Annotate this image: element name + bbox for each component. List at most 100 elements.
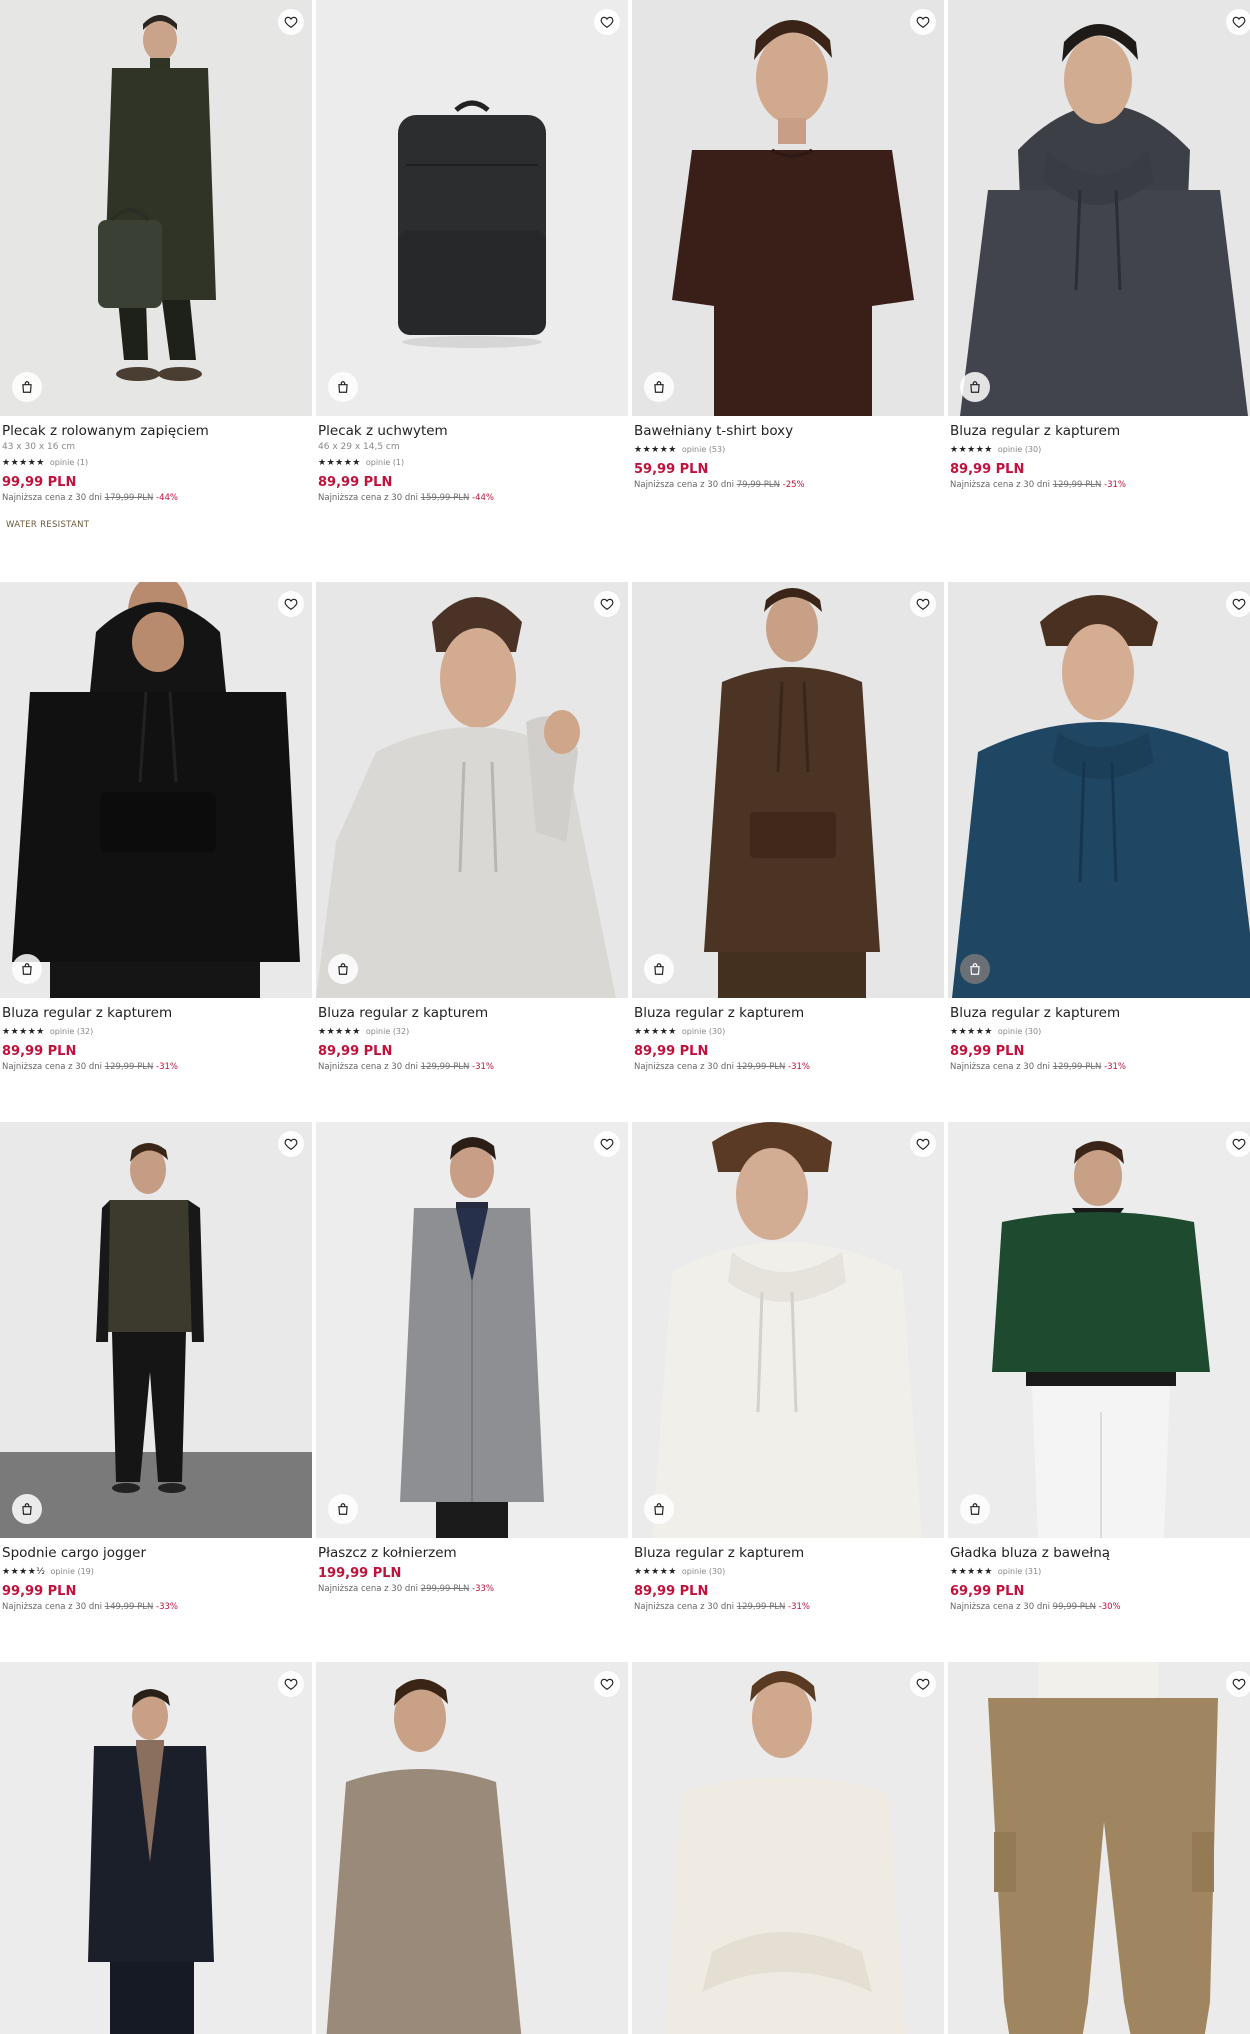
lowest-price-info: Najniższa cena z 30 dni 129,99 PLN -31% <box>318 1062 626 1073</box>
product-photo <box>316 0 628 416</box>
favorite-button[interactable] <box>594 1131 620 1157</box>
product-card[interactable] <box>316 1662 628 2034</box>
product-name[interactable]: Bluza regular z kapturem <box>950 423 1250 440</box>
review-count: opinie (31) <box>998 1567 1041 1576</box>
product-card[interactable]: Bluza regular z kapturem ★★★★★ opinie (30… <box>632 1122 944 1613</box>
quick-add-button[interactable] <box>960 1494 990 1524</box>
favorite-button[interactable] <box>594 591 620 617</box>
shopping-bag-icon <box>654 963 664 975</box>
product-name[interactable]: Bluza regular z kapturem <box>318 1005 626 1022</box>
product-name[interactable]: Płaszcz z kołnierzem <box>318 1545 626 1562</box>
product-name[interactable]: Bluza regular z kapturem <box>2 1005 310 1022</box>
favorite-button[interactable] <box>1226 591 1250 617</box>
product-card[interactable]: Bluza regular z kapturem ★★★★★ opinie (30… <box>948 582 1250 1073</box>
product-name[interactable]: Bluza regular z kapturem <box>634 1545 942 1562</box>
quick-add-button[interactable] <box>328 954 358 984</box>
reviews-label: opinie <box>365 1027 391 1036</box>
product-image[interactable] <box>0 0 312 416</box>
favorite-button[interactable] <box>594 1671 620 1697</box>
favorite-button[interactable] <box>910 9 936 35</box>
favorite-button[interactable] <box>910 1131 936 1157</box>
rating-stars: ★★★★★ <box>318 1026 361 1037</box>
product-card[interactable]: Plecak z rolowanym zapięciem 43 x 30 x 1… <box>0 0 312 530</box>
favorite-button[interactable] <box>1226 9 1250 35</box>
product-image[interactable] <box>0 1122 312 1538</box>
reviews-label: opinie <box>997 1567 1023 1576</box>
quick-add-button[interactable] <box>960 954 990 984</box>
favorite-button[interactable] <box>1226 1671 1250 1697</box>
favorite-button[interactable] <box>278 591 304 617</box>
product-card[interactable]: Gładka bluza z bawełną ★★★★★ opinie (31) … <box>948 1122 1250 1613</box>
lowest-price-info: Najniższa cena z 30 dni 129,99 PLN -31% <box>634 1062 942 1073</box>
reviews-number: (19) <box>77 1567 94 1576</box>
product-card[interactable]: Spodnie cargo jogger ★★★★½ opinie (19) 99… <box>0 1122 312 1613</box>
review-count: opinie (19) <box>51 1567 94 1576</box>
product-card[interactable]: Bawełniany t-shirt boxy ★★★★★ opinie (53)… <box>632 0 944 491</box>
product-name[interactable]: Plecak z rolowanym zapięciem <box>2 423 310 440</box>
product-image[interactable] <box>316 0 628 416</box>
favorite-button[interactable] <box>278 9 304 35</box>
product-image[interactable] <box>0 1662 312 2034</box>
product-image[interactable] <box>632 582 944 998</box>
reviews-number: (30) <box>1024 445 1042 454</box>
quick-add-button[interactable] <box>644 1494 674 1524</box>
product-info: Bluza regular z kapturem ★★★★★ opinie (30… <box>632 1538 944 1613</box>
favorite-button[interactable] <box>1226 1131 1250 1157</box>
quick-add-button[interactable] <box>328 1494 358 1524</box>
product-card[interactable] <box>948 1662 1250 2034</box>
product-name[interactable]: Plecak z uchwytem <box>318 423 626 440</box>
product-photo <box>316 1122 628 1538</box>
product-card[interactable]: Bluza regular z kapturem ★★★★★ opinie (30… <box>632 582 944 1073</box>
favorite-button[interactable] <box>278 1131 304 1157</box>
quick-add-button[interactable] <box>960 372 990 402</box>
product-card[interactable]: Plecak z uchwytem 46 x 29 x 14,5 cm ★★★★… <box>316 0 628 504</box>
quick-add-button[interactable] <box>12 372 42 402</box>
product-image[interactable] <box>948 1122 1250 1538</box>
product-rating: ★★★★★ opinie (30) <box>950 444 1250 455</box>
favorite-button[interactable] <box>910 1671 936 1697</box>
product-image[interactable] <box>0 582 312 998</box>
product-image[interactable] <box>632 1122 944 1538</box>
quick-add-button[interactable] <box>12 954 42 984</box>
reviews-label: opinie <box>997 1027 1023 1036</box>
product-card[interactable]: Bluza regular z kapturem ★★★★★ opinie (32… <box>0 582 312 1073</box>
reviews-label: opinie <box>681 1027 707 1036</box>
product-price: 89,99 PLN <box>2 1044 77 1059</box>
product-image[interactable] <box>316 582 628 998</box>
product-name[interactable]: Bawełniany t-shirt boxy <box>634 423 942 440</box>
product-card[interactable]: Bluza regular z kapturem ★★★★★ opinie (32… <box>316 582 628 1073</box>
favorite-button[interactable] <box>594 9 620 35</box>
product-price: 89,99 PLN <box>950 1044 1025 1059</box>
product-name[interactable]: Gładka bluza z bawełną <box>950 1545 1250 1562</box>
favorite-button[interactable] <box>910 591 936 617</box>
product-image[interactable] <box>948 0 1250 416</box>
review-count: opinie (30) <box>998 1027 1041 1036</box>
product-price: 99,99 PLN <box>2 1584 77 1599</box>
discount-badge: -31% <box>788 1602 811 1612</box>
product-card[interactable] <box>0 1662 312 2034</box>
product-image[interactable] <box>632 1662 944 2034</box>
product-image[interactable] <box>948 582 1250 998</box>
product-image[interactable] <box>316 1662 628 2034</box>
favorite-button[interactable] <box>278 1671 304 1697</box>
heart-outline-icon <box>284 598 298 610</box>
product-image[interactable] <box>632 0 944 416</box>
product-name[interactable]: Bluza regular z kapturem <box>634 1005 942 1022</box>
product-image[interactable] <box>316 1122 628 1538</box>
quick-add-button[interactable] <box>328 372 358 402</box>
reviews-label: opinie <box>365 458 391 467</box>
product-info: Bluza regular z kapturem ★★★★★ opinie (32… <box>0 998 312 1073</box>
quick-add-button[interactable] <box>644 372 674 402</box>
rating-stars: ★★★★★ <box>950 1566 993 1577</box>
product-card[interactable] <box>632 1662 944 2034</box>
quick-add-button[interactable] <box>644 954 674 984</box>
quick-add-button[interactable] <box>12 1494 42 1524</box>
product-photo <box>0 0 312 416</box>
product-image[interactable] <box>948 1662 1250 2034</box>
heart-outline-icon <box>916 1678 930 1690</box>
product-name[interactable]: Bluza regular z kapturem <box>950 1005 1250 1022</box>
heart-outline-icon <box>916 1138 930 1150</box>
product-card[interactable]: Bluza regular z kapturem ★★★★★ opinie (30… <box>948 0 1250 491</box>
product-name[interactable]: Spodnie cargo jogger <box>2 1545 310 1562</box>
product-card[interactable]: Płaszcz z kołnierzem 199,99 PLN Najniższ… <box>316 1122 628 1595</box>
